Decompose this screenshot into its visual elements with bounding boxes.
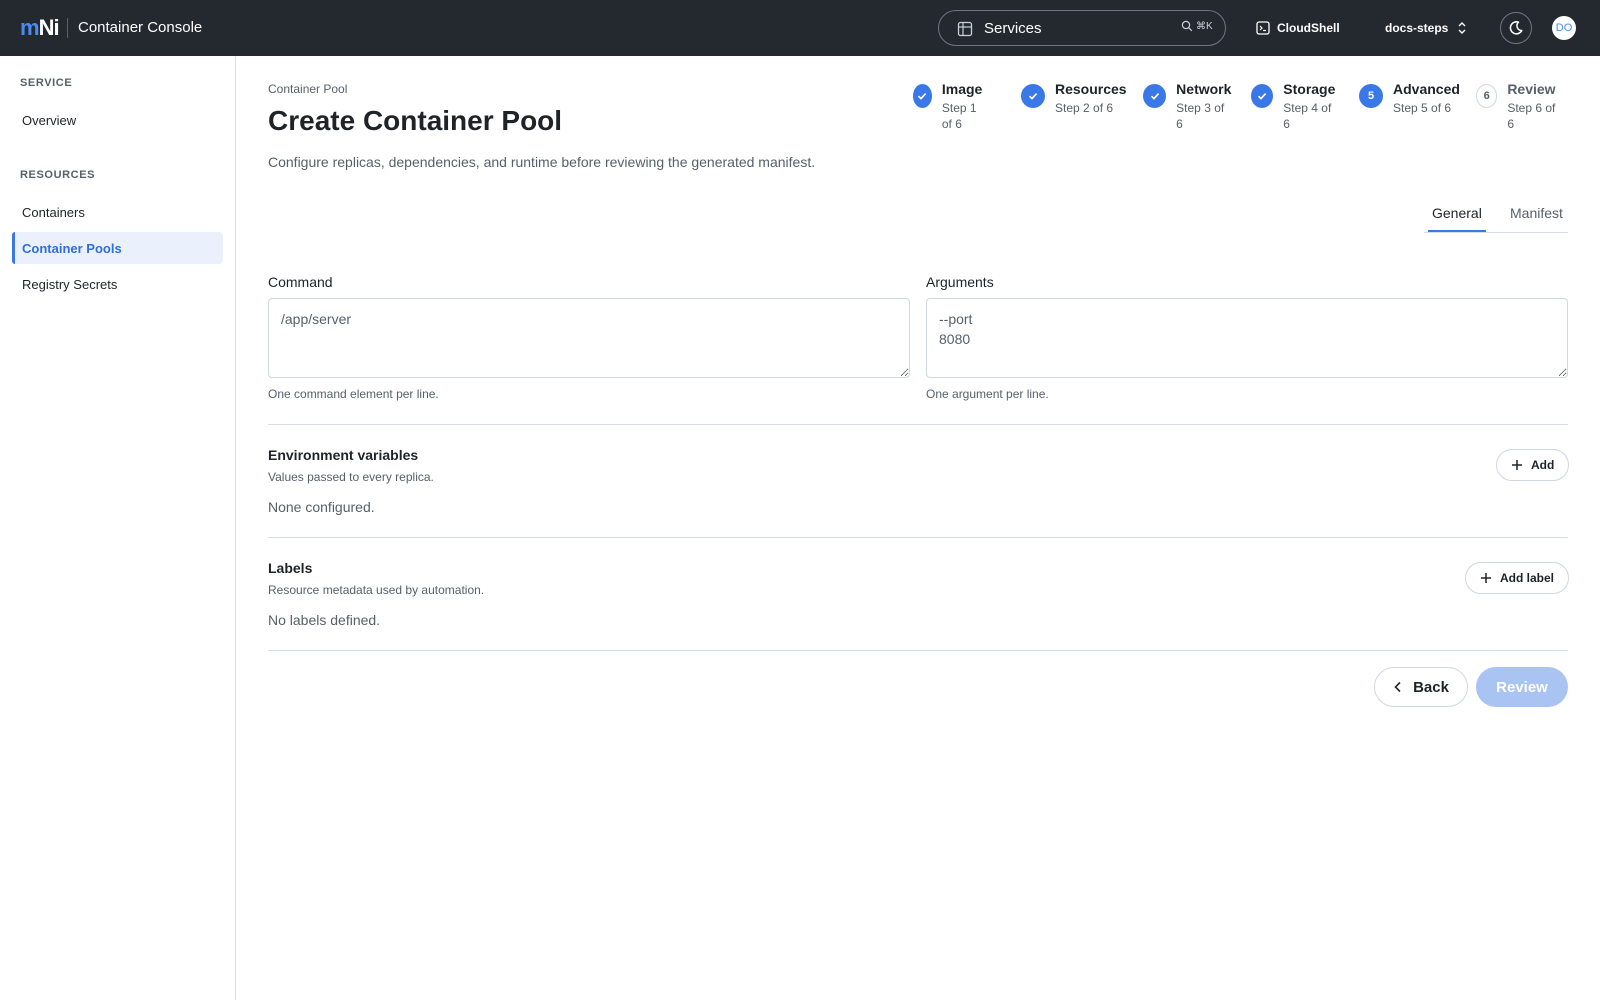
project-selector[interactable]: docs-steps xyxy=(1385,18,1468,38)
step-name: Image xyxy=(941,81,983,97)
sidebar-item-containers[interactable]: Containers xyxy=(12,196,223,228)
breadcrumb[interactable]: Container Pool xyxy=(268,81,347,97)
arguments-textarea[interactable] xyxy=(926,298,1568,378)
check-icon xyxy=(1251,84,1274,108)
brand-logo[interactable]: m Ni xyxy=(20,15,60,40)
check-icon xyxy=(1143,84,1167,108)
step-sub: Step 2 of 6 xyxy=(1055,101,1114,115)
logo-separator xyxy=(67,18,68,38)
step-storage[interactable]: Storage Step 4 of 6 xyxy=(1251,80,1337,132)
step-sub: Step 1 of 6 xyxy=(941,101,977,131)
sidebar-item-overview[interactable]: Overview xyxy=(12,104,223,136)
add-label-text: Add label xyxy=(1500,571,1555,585)
logo-m: m xyxy=(20,15,40,40)
active-tab-indicator xyxy=(1428,230,1486,232)
sidebar-item-registry-secrets[interactable]: Registry Secrets xyxy=(12,268,223,300)
sidebar: SERVICE Overview RESOURCES Containers Co… xyxy=(0,56,236,1000)
moon-icon xyxy=(1509,21,1523,35)
grid-icon xyxy=(957,21,973,37)
step-sub: Step 3 of 6 xyxy=(1176,101,1225,131)
services-search[interactable]: Services ⌘K xyxy=(938,10,1226,46)
app-title: Container Console xyxy=(78,19,203,36)
page-description: Configure replicas, dependencies, and ru… xyxy=(268,154,816,170)
check-icon xyxy=(1021,84,1045,108)
back-label: Back xyxy=(1413,678,1449,696)
step-network[interactable]: Network Step 3 of 6 xyxy=(1143,80,1232,132)
plus-icon xyxy=(1481,573,1491,583)
sidebar-item-container-pools[interactable]: Container Pools xyxy=(12,232,223,264)
step-image[interactable]: Image Step 1 of 6 xyxy=(913,80,987,132)
search-icon xyxy=(1181,20,1193,32)
step-resources[interactable]: Resources Step 2 of 6 xyxy=(1021,80,1127,116)
review-button[interactable]: Review xyxy=(1476,667,1568,707)
terminal-icon xyxy=(1256,21,1270,35)
search-value: Services xyxy=(984,20,1042,37)
step-name: Network xyxy=(1176,81,1232,97)
command-textarea[interactable] xyxy=(268,298,910,378)
step-name: Storage xyxy=(1283,81,1336,97)
step-sub: Step 5 of 6 xyxy=(1393,101,1452,115)
sidebar-item-label: Container Pools xyxy=(22,240,122,256)
plus-icon xyxy=(1512,460,1522,470)
project-name: docs-steps xyxy=(1385,21,1449,35)
env-empty-state: None configured. xyxy=(268,499,375,515)
arguments-label: Arguments xyxy=(926,274,994,290)
step-number: 5 xyxy=(1359,84,1383,108)
sidebar-item-label: Overview xyxy=(22,112,77,128)
add-env-button[interactable]: Add xyxy=(1496,449,1570,481)
user-avatar[interactable]: DO xyxy=(1552,16,1576,40)
step-name: Review xyxy=(1507,81,1556,97)
cloudshell-button[interactable]: CloudShell xyxy=(1256,18,1340,38)
sidebar-item-label: Containers xyxy=(22,204,85,220)
chevron-up-down-icon xyxy=(1458,22,1466,34)
labels-empty-state: No labels defined. xyxy=(268,612,381,628)
command-label: Command xyxy=(268,274,333,290)
command-hint: One command element per line. xyxy=(268,387,439,401)
chevron-left-icon xyxy=(1394,681,1401,693)
section-divider xyxy=(268,650,1568,651)
search-shortcut: ⌘K xyxy=(1181,20,1213,32)
step-sub: Step 4 of 6 xyxy=(1283,101,1332,131)
arguments-hint: One argument per line. xyxy=(926,387,1049,401)
step-review[interactable]: 6 Review Step 6 of 6 xyxy=(1476,80,1558,132)
sidebar-item-label: Registry Secrets xyxy=(22,276,118,292)
check-icon xyxy=(913,84,932,108)
env-section-subtitle: Values passed to every replica. xyxy=(268,470,434,484)
step-name: Advanced xyxy=(1393,81,1460,97)
cloudshell-label: CloudShell xyxy=(1277,21,1340,35)
step-sub: Step 6 of 6 xyxy=(1507,101,1556,131)
theme-toggle-button[interactable] xyxy=(1500,12,1532,44)
sidebar-heading-service: SERVICE xyxy=(20,77,73,89)
back-button[interactable]: Back xyxy=(1374,667,1468,707)
add-env-label: Add xyxy=(1531,458,1555,472)
shortcut-text: ⌘K xyxy=(1196,20,1213,32)
view-tabs: General Manifest xyxy=(1424,195,1568,233)
page-title: Create Container Pool xyxy=(268,105,563,136)
tab-manifest[interactable]: Manifest xyxy=(1510,203,1563,223)
env-section-title: Environment variables xyxy=(268,447,419,463)
labels-section-title: Labels xyxy=(268,560,313,576)
logo-n: Ni xyxy=(38,15,60,40)
labels-section-subtitle: Resource metadata used by automation. xyxy=(268,583,485,597)
step-name: Resources xyxy=(1055,81,1127,97)
add-label-button[interactable]: Add label xyxy=(1465,562,1570,594)
section-divider xyxy=(268,537,1568,538)
sidebar-heading-resources: RESOURCES xyxy=(20,169,96,181)
tab-general[interactable]: General xyxy=(1432,203,1482,223)
step-number: 6 xyxy=(1476,84,1498,108)
top-bar: m Ni Container Console Services ⌘K CloudS… xyxy=(0,0,1600,56)
section-divider xyxy=(268,424,1568,425)
step-advanced[interactable]: 5 Advanced Step 5 of 6 xyxy=(1359,80,1460,116)
